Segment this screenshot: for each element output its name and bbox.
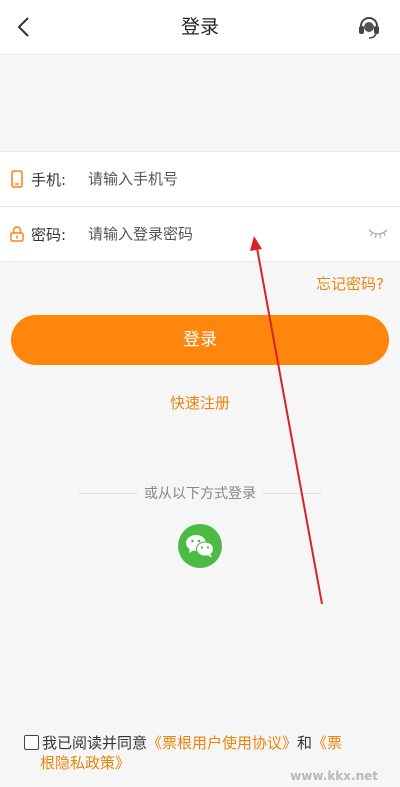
wechat-icon — [186, 535, 214, 558]
quick-register-link[interactable]: 快速注册 — [0, 392, 400, 413]
alt-login-divider: 或从以下方式登录 — [78, 483, 322, 503]
user-agreement-link[interactable]: 《票根用户使用协议》 — [147, 734, 297, 752]
privacy-policy-link-part1[interactable]: 《票 — [312, 734, 342, 752]
divider-line-left — [78, 492, 138, 494]
customer-service-button[interactable] — [356, 14, 382, 40]
password-label: 密码: — [31, 225, 67, 244]
phone-input[interactable] — [88, 170, 338, 188]
phone-icon — [9, 169, 25, 189]
login-form: 手机: 密码: — [0, 151, 400, 262]
password-input[interactable] — [88, 225, 338, 243]
agreement-and: 和 — [297, 734, 313, 752]
page-title: 登录 — [180, 16, 219, 38]
phone-label: 手机: — [31, 170, 67, 189]
password-row: 密码: — [0, 207, 400, 261]
watermark: www.kkx.net — [290, 769, 378, 783]
wechat-login-button[interactable] — [178, 524, 222, 568]
agreement-checkbox[interactable] — [24, 735, 39, 750]
headset-icon — [359, 17, 379, 39]
app-header: 登录 — [0, 0, 400, 55]
alt-login-text: 或从以下方式登录 — [144, 486, 256, 502]
phone-row: 手机: — [0, 152, 400, 207]
login-button[interactable]: 登录 — [11, 315, 389, 365]
eye-closed-icon[interactable] — [368, 225, 388, 239]
agreement-text: 我已阅读并同意《票根用户使用协议》和《票 根隐私政策》 — [24, 733, 394, 773]
lock-icon — [9, 224, 25, 244]
divider-line-right — [262, 492, 322, 494]
forgot-password-link[interactable]: 忘记密码? — [316, 273, 384, 294]
agreement-prefix: 我已阅读并同意 — [42, 734, 148, 752]
